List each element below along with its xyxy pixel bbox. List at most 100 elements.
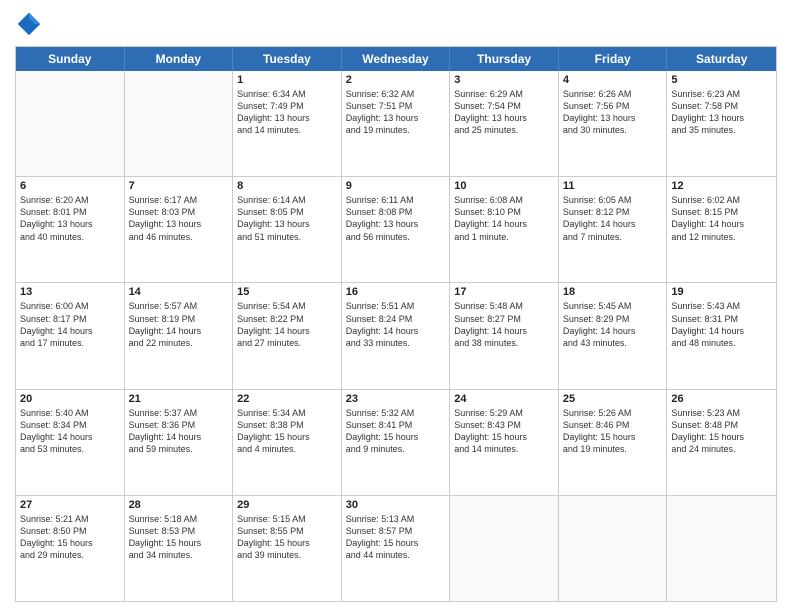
cell-text: Sunrise: 6:23 AM Sunset: 7:58 PM Dayligh… — [671, 88, 772, 137]
cell-text: Sunrise: 6:05 AM Sunset: 8:12 PM Dayligh… — [563, 194, 663, 243]
cell-text: Sunrise: 5:26 AM Sunset: 8:46 PM Dayligh… — [563, 407, 663, 456]
cell-text: Sunrise: 5:21 AM Sunset: 8:50 PM Dayligh… — [20, 513, 120, 562]
cell-text: Sunrise: 5:18 AM Sunset: 8:53 PM Dayligh… — [129, 513, 229, 562]
cell-text: Sunrise: 6:11 AM Sunset: 8:08 PM Dayligh… — [346, 194, 446, 243]
header-day-wednesday: Wednesday — [342, 47, 451, 71]
calendar-cell — [667, 496, 776, 601]
cell-text: Sunrise: 5:34 AM Sunset: 8:38 PM Dayligh… — [237, 407, 337, 456]
day-number: 9 — [346, 180, 446, 192]
day-number: 10 — [454, 180, 554, 192]
calendar-cell — [125, 71, 234, 176]
calendar: SundayMondayTuesdayWednesdayThursdayFrid… — [15, 46, 777, 602]
calendar-cell: 20 Sunrise: 5:40 AM Sunset: 8:34 PM Dayli… — [16, 390, 125, 495]
cell-text: Sunrise: 5:51 AM Sunset: 8:24 PM Dayligh… — [346, 300, 446, 349]
day-number: 27 — [20, 499, 120, 511]
calendar-cell — [450, 496, 559, 601]
day-number: 8 — [237, 180, 337, 192]
cell-text: Sunrise: 5:23 AM Sunset: 8:48 PM Dayligh… — [671, 407, 772, 456]
cell-text: Sunrise: 6:29 AM Sunset: 7:54 PM Dayligh… — [454, 88, 554, 137]
day-number: 25 — [563, 393, 663, 405]
day-number: 17 — [454, 286, 554, 298]
calendar-cell: 21Sunrise: 5:37 AM Sunset: 8:36 PM Dayli… — [125, 390, 234, 495]
calendar-row-0: 1 Sunrise: 6:34 AM Sunset: 7:49 PM Daylig… — [16, 71, 776, 176]
day-number: 6 — [20, 180, 120, 192]
calendar-cell — [559, 496, 668, 601]
cell-text: Sunrise: 6:26 AM Sunset: 7:56 PM Dayligh… — [563, 88, 663, 137]
cell-text: Sunrise: 6:00 AM Sunset: 8:17 PM Dayligh… — [20, 300, 120, 349]
day-number: 19 — [671, 286, 772, 298]
cell-text: Sunrise: 5:48 AM Sunset: 8:27 PM Dayligh… — [454, 300, 554, 349]
calendar-cell: 28Sunrise: 5:18 AM Sunset: 8:53 PM Dayli… — [125, 496, 234, 601]
day-number: 18 — [563, 286, 663, 298]
cell-text: Sunrise: 5:54 AM Sunset: 8:22 PM Dayligh… — [237, 300, 337, 349]
cell-text: Sunrise: 5:43 AM Sunset: 8:31 PM Dayligh… — [671, 300, 772, 349]
header — [15, 10, 777, 38]
cell-text: Sunrise: 5:13 AM Sunset: 8:57 PM Dayligh… — [346, 513, 446, 562]
header-day-saturday: Saturday — [667, 47, 776, 71]
header-day-tuesday: Tuesday — [233, 47, 342, 71]
day-number: 20 — [20, 393, 120, 405]
day-number: 1 — [237, 74, 337, 86]
cell-text: Sunrise: 5:29 AM Sunset: 8:43 PM Dayligh… — [454, 407, 554, 456]
day-number: 29 — [237, 499, 337, 511]
cell-text: Sunrise: 6:08 AM Sunset: 8:10 PM Dayligh… — [454, 194, 554, 243]
day-number: 21 — [129, 393, 229, 405]
calendar-cell: 30Sunrise: 5:13 AM Sunset: 8:57 PM Dayli… — [342, 496, 451, 601]
calendar-row-2: 13 Sunrise: 6:00 AM Sunset: 8:17 PM Dayli… — [16, 282, 776, 388]
cell-text: Sunrise: 5:45 AM Sunset: 8:29 PM Dayligh… — [563, 300, 663, 349]
cell-text: Sunrise: 5:15 AM Sunset: 8:55 PM Dayligh… — [237, 513, 337, 562]
cell-text: Sunrise: 6:17 AM Sunset: 8:03 PM Dayligh… — [129, 194, 229, 243]
page: SundayMondayTuesdayWednesdayThursdayFrid… — [0, 0, 792, 612]
calendar-cell: 11 Sunrise: 6:05 AM Sunset: 8:12 PM Dayli… — [559, 177, 668, 282]
cell-text: Sunrise: 5:32 AM Sunset: 8:41 PM Dayligh… — [346, 407, 446, 456]
header-day-monday: Monday — [125, 47, 234, 71]
calendar-cell: 24 Sunrise: 5:29 AM Sunset: 8:43 PM Dayli… — [450, 390, 559, 495]
calendar-cell — [16, 71, 125, 176]
calendar-cell: 6 Sunrise: 6:20 AM Sunset: 8:01 PM Daylig… — [16, 177, 125, 282]
calendar-cell: 18 Sunrise: 5:45 AM Sunset: 8:29 PM Dayli… — [559, 283, 668, 388]
day-number: 26 — [671, 393, 772, 405]
logo-icon — [15, 10, 43, 38]
cell-text: Sunrise: 6:32 AM Sunset: 7:51 PM Dayligh… — [346, 88, 446, 137]
day-number: 24 — [454, 393, 554, 405]
calendar-cell: 27 Sunrise: 5:21 AM Sunset: 8:50 PM Dayli… — [16, 496, 125, 601]
calendar-row-4: 27 Sunrise: 5:21 AM Sunset: 8:50 PM Dayli… — [16, 495, 776, 601]
calendar-cell: 7Sunrise: 6:17 AM Sunset: 8:03 PM Daylig… — [125, 177, 234, 282]
calendar-cell: 19 Sunrise: 5:43 AM Sunset: 8:31 PM Dayli… — [667, 283, 776, 388]
day-number: 11 — [563, 180, 663, 192]
day-number: 13 — [20, 286, 120, 298]
day-number: 23 — [346, 393, 446, 405]
calendar-cell: 22 Sunrise: 5:34 AM Sunset: 8:38 PM Dayli… — [233, 390, 342, 495]
day-number: 15 — [237, 286, 337, 298]
calendar-cell: 14Sunrise: 5:57 AM Sunset: 8:19 PM Dayli… — [125, 283, 234, 388]
calendar-cell: 12Sunrise: 6:02 AM Sunset: 8:15 PM Dayli… — [667, 177, 776, 282]
calendar-cell: 9 Sunrise: 6:11 AM Sunset: 8:08 PM Daylig… — [342, 177, 451, 282]
day-number: 4 — [563, 74, 663, 86]
calendar-cell: 1 Sunrise: 6:34 AM Sunset: 7:49 PM Daylig… — [233, 71, 342, 176]
calendar-cell: 13 Sunrise: 6:00 AM Sunset: 8:17 PM Dayli… — [16, 283, 125, 388]
cell-text: Sunrise: 6:34 AM Sunset: 7:49 PM Dayligh… — [237, 88, 337, 137]
day-number: 16 — [346, 286, 446, 298]
cell-text: Sunrise: 6:20 AM Sunset: 8:01 PM Dayligh… — [20, 194, 120, 243]
calendar-cell: 15 Sunrise: 5:54 AM Sunset: 8:22 PM Dayli… — [233, 283, 342, 388]
day-number: 22 — [237, 393, 337, 405]
day-number: 14 — [129, 286, 229, 298]
calendar-header: SundayMondayTuesdayWednesdayThursdayFrid… — [16, 47, 776, 71]
header-day-friday: Friday — [559, 47, 668, 71]
calendar-cell: 3 Sunrise: 6:29 AM Sunset: 7:54 PM Daylig… — [450, 71, 559, 176]
calendar-cell: 8 Sunrise: 6:14 AM Sunset: 8:05 PM Daylig… — [233, 177, 342, 282]
calendar-cell: 4 Sunrise: 6:26 AM Sunset: 7:56 PM Daylig… — [559, 71, 668, 176]
calendar-cell: 17 Sunrise: 5:48 AM Sunset: 8:27 PM Dayli… — [450, 283, 559, 388]
cell-text: Sunrise: 5:40 AM Sunset: 8:34 PM Dayligh… — [20, 407, 120, 456]
calendar-cell: 29 Sunrise: 5:15 AM Sunset: 8:55 PM Dayli… — [233, 496, 342, 601]
calendar-cell: 25 Sunrise: 5:26 AM Sunset: 8:46 PM Dayli… — [559, 390, 668, 495]
cell-text: Sunrise: 6:02 AM Sunset: 8:15 PM Dayligh… — [671, 194, 772, 243]
day-number: 2 — [346, 74, 446, 86]
day-number: 5 — [671, 74, 772, 86]
calendar-row-1: 6 Sunrise: 6:20 AM Sunset: 8:01 PM Daylig… — [16, 176, 776, 282]
calendar-cell: 23 Sunrise: 5:32 AM Sunset: 8:41 PM Dayli… — [342, 390, 451, 495]
cell-text: Sunrise: 6:14 AM Sunset: 8:05 PM Dayligh… — [237, 194, 337, 243]
calendar-row-3: 20 Sunrise: 5:40 AM Sunset: 8:34 PM Dayli… — [16, 389, 776, 495]
calendar-cell: 5 Sunrise: 6:23 AM Sunset: 7:58 PM Daylig… — [667, 71, 776, 176]
day-number: 3 — [454, 74, 554, 86]
